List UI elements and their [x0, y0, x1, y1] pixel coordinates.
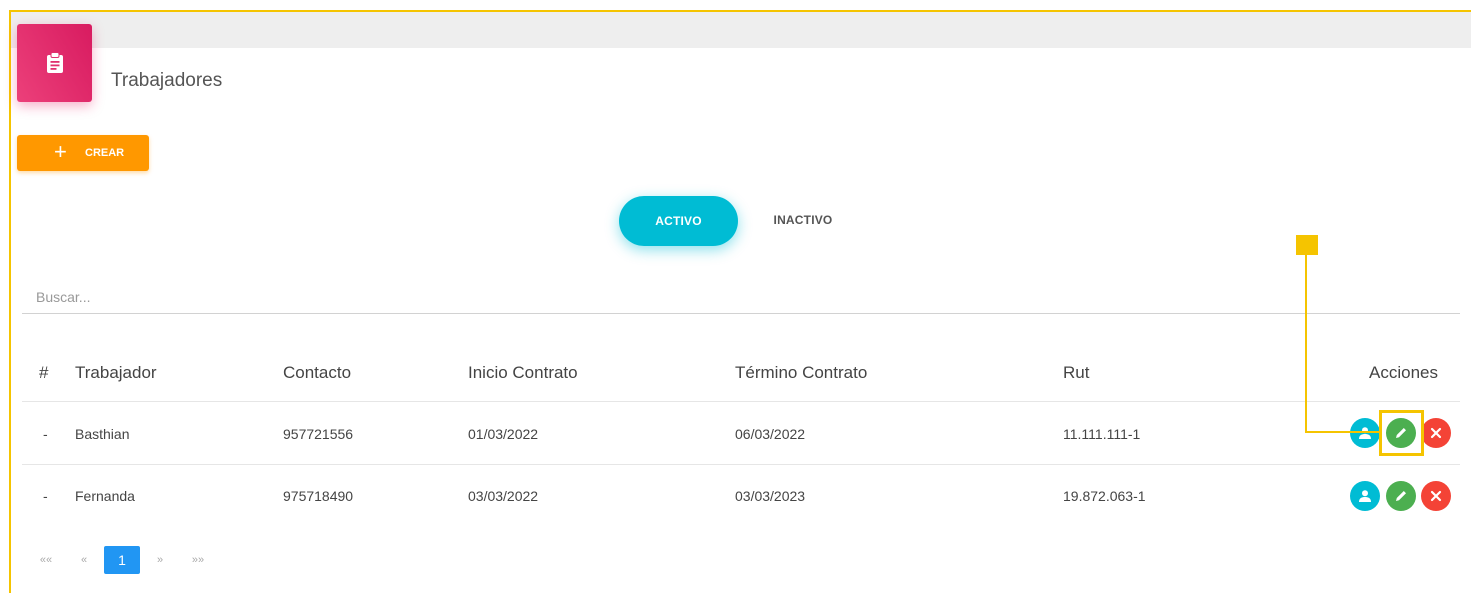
cell-rut: 19.872.063-1 [1063, 488, 1146, 504]
cell-trabajador: Basthian [75, 426, 130, 442]
plus-icon: + [54, 139, 67, 164]
annotation-line-vertical [1305, 255, 1307, 433]
column-header-index: # [39, 363, 49, 382]
user-icon [1359, 490, 1371, 502]
cell-rut: 11.111.111-1 [1063, 426, 1141, 442]
pagination-first[interactable]: «« [34, 546, 58, 574]
cell-contacto: 957721556 [283, 426, 354, 442]
content-card [11, 48, 1471, 593]
delete-icon [1430, 490, 1442, 502]
cell-index: - [43, 426, 48, 442]
pagination-prev[interactable]: « [74, 546, 94, 574]
annotation-highlight-box [1379, 410, 1424, 456]
cell-termino: 03/03/2023 [735, 488, 806, 504]
pagination-next[interactable]: » [150, 546, 170, 574]
cell-index: - [43, 488, 48, 504]
delete-worker-button[interactable] [1421, 481, 1451, 511]
column-header-rut: Rut [1063, 363, 1090, 382]
tab-activo[interactable]: ACTIVO [619, 196, 738, 246]
view-worker-button[interactable] [1350, 418, 1380, 448]
cell-trabajador: Fernanda [75, 488, 135, 504]
column-header-acciones: Acciones [1369, 363, 1438, 382]
page-title: Trabajadores [111, 70, 223, 91]
delete-worker-button[interactable] [1421, 418, 1451, 448]
create-button[interactable]: + CREAR [17, 135, 149, 171]
top-bar [11, 12, 1471, 48]
row-divider [22, 464, 1460, 465]
delete-icon [1430, 427, 1442, 439]
cell-inicio: 01/03/2022 [468, 426, 539, 442]
tab-inactivo[interactable]: INACTIVO [748, 196, 858, 244]
column-header-inicio: Inicio Contrato [468, 363, 578, 382]
column-header-trabajador: Trabajador [75, 363, 157, 382]
user-icon [1359, 427, 1371, 439]
column-header-termino: Término Contrato [735, 363, 868, 382]
create-button-label: CREAR [85, 147, 125, 159]
annotation-marker [1296, 235, 1318, 255]
edit-worker-button[interactable] [1386, 481, 1416, 511]
annotation-line-horizontal [1305, 431, 1381, 433]
edit-icon [1396, 491, 1406, 501]
cell-contacto: 975718490 [283, 488, 354, 504]
cell-termino: 06/03/2022 [735, 426, 806, 442]
clipboard-icon [17, 24, 92, 102]
cell-inicio: 03/03/2022 [468, 488, 539, 504]
view-worker-button[interactable] [1350, 481, 1380, 511]
pagination-last[interactable]: »» [186, 546, 210, 574]
column-header-contacto: Contacto [283, 363, 352, 382]
pagination-page-current[interactable]: 1 [104, 546, 140, 574]
row-divider [22, 401, 1460, 402]
search-input[interactable] [22, 280, 1460, 314]
